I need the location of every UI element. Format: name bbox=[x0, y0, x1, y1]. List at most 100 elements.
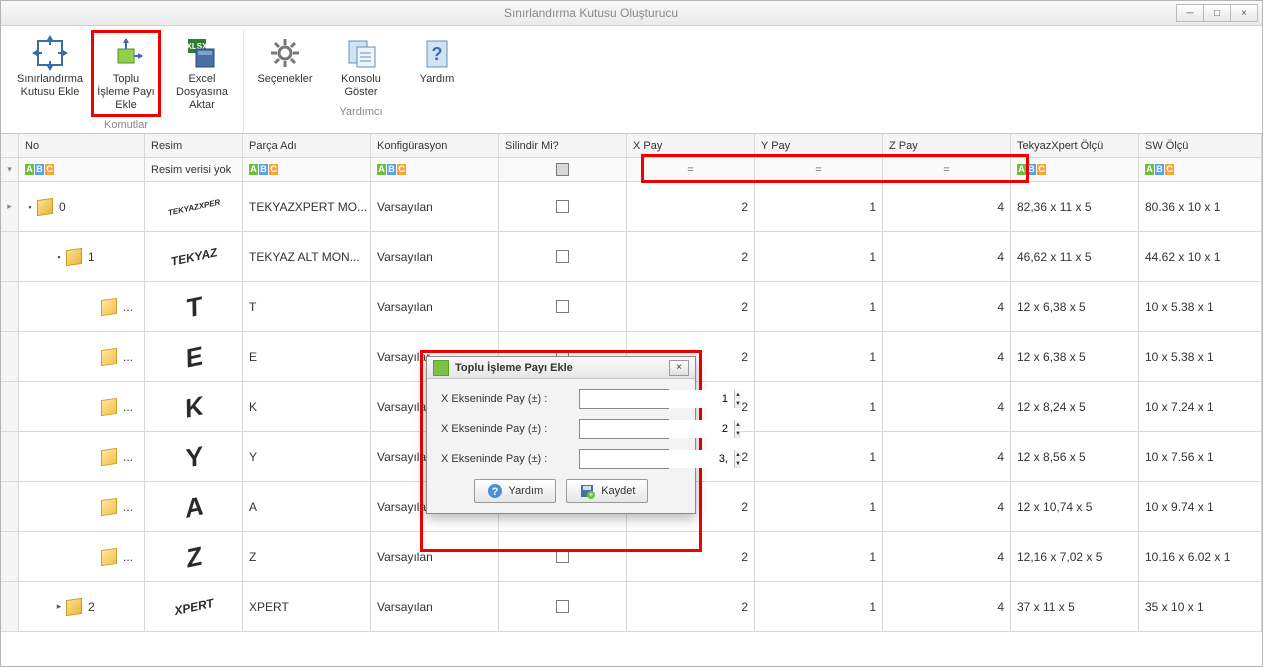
cell-ypay: 1 bbox=[755, 382, 883, 431]
cell-silindir[interactable] bbox=[499, 282, 627, 331]
col-header-tekyaz[interactable]: TekyazXpert Ölçü bbox=[1011, 134, 1139, 157]
col-header-zpay[interactable]: Z Pay bbox=[883, 134, 1011, 157]
dialog-y-spinner[interactable]: ▲▼ bbox=[579, 419, 669, 439]
table-row[interactable]: ...TTVarsayılan21412 x 6,38 x 510 x 5.38… bbox=[1, 282, 1262, 332]
tree-toggle-icon[interactable]: ▪ bbox=[54, 252, 64, 262]
dialog-z-spinner[interactable]: ▲▼ bbox=[579, 449, 669, 469]
cell-ypay: 1 bbox=[755, 182, 883, 231]
filter-silindir[interactable] bbox=[499, 158, 627, 181]
table-row[interactable]: ...ZZVarsayılan21412,16 x 7,02 x 510.16 … bbox=[1, 532, 1262, 582]
bulk-add-label: Toplu İşleme Payı Ekle bbox=[96, 73, 156, 112]
dialog-x-spinner[interactable]: ▲▼ bbox=[579, 389, 669, 409]
filter-zpay[interactable]: = bbox=[883, 158, 1011, 181]
dialog-z-input[interactable] bbox=[580, 450, 734, 468]
filter-konf[interactable]: ABC bbox=[371, 158, 499, 181]
bulk-add-icon bbox=[108, 35, 144, 71]
col-header-konf[interactable]: Konfigürasyon bbox=[371, 134, 499, 157]
bbox-add-label: Sınırlandırma Kutusu Ekle bbox=[17, 73, 83, 99]
console-button[interactable]: Konsolu Göster bbox=[326, 30, 396, 104]
col-header-ypay[interactable]: Y Pay bbox=[755, 134, 883, 157]
cell-parca: E bbox=[243, 332, 371, 381]
dialog-help-button[interactable]: ? Yardım bbox=[474, 479, 557, 503]
cell-no-text: 1 bbox=[88, 250, 95, 264]
spin-down-icon[interactable]: ▼ bbox=[735, 459, 741, 468]
col-header-xpay[interactable]: X Pay bbox=[627, 134, 755, 157]
grid-handle-header bbox=[1, 134, 19, 157]
cell-parca: Z bbox=[243, 532, 371, 581]
col-header-silindir[interactable]: Silindir Mi? bbox=[499, 134, 627, 157]
checkbox-icon[interactable] bbox=[556, 250, 569, 263]
spin-up-icon[interactable]: ▲ bbox=[735, 420, 741, 429]
grid-header-row: No Resim Parça Adı Konfigürasyon Silindi… bbox=[1, 134, 1262, 158]
filter-no[interactable]: ABC bbox=[19, 158, 145, 181]
filter-xpay[interactable]: = bbox=[627, 158, 755, 181]
cell-zpay: 4 bbox=[883, 232, 1011, 281]
spin-up-icon[interactable]: ▲ bbox=[735, 390, 741, 399]
cell-thumb: TEKYAZXPER bbox=[145, 182, 243, 231]
cell-xpay: 2 bbox=[627, 182, 755, 231]
tree-toggle-icon[interactable]: ▸ bbox=[54, 602, 64, 612]
tree-toggle-icon[interactable]: ▪ bbox=[25, 202, 35, 212]
filter-resim[interactable]: Resim verisi yok bbox=[145, 158, 243, 181]
col-header-resim[interactable]: Resim bbox=[145, 134, 243, 157]
checkbox-icon[interactable] bbox=[556, 300, 569, 313]
cell-no: ... bbox=[19, 332, 145, 381]
help-icon: ? bbox=[419, 35, 455, 71]
minimize-button[interactable]: ─ bbox=[1176, 4, 1204, 22]
console-icon bbox=[343, 35, 379, 71]
options-button[interactable]: Seçenekler bbox=[250, 30, 320, 104]
cell-no-text: ... bbox=[123, 350, 133, 364]
excel-export-button[interactable]: XLSX Excel Dosyasına Aktar bbox=[167, 30, 237, 117]
cell-silindir[interactable] bbox=[499, 582, 627, 631]
dialog-titlebar[interactable]: Toplu İşleme Payı Ekle × bbox=[427, 357, 695, 379]
cell-ypay: 1 bbox=[755, 532, 883, 581]
spin-up-icon[interactable]: ▲ bbox=[735, 450, 741, 459]
filter-row-handle[interactable]: ▾ bbox=[1, 158, 19, 181]
save-icon: + bbox=[579, 483, 595, 499]
row-indicator bbox=[1, 582, 19, 631]
bulk-add-button[interactable]: Toplu İşleme Payı Ekle bbox=[91, 30, 161, 117]
cell-silindir[interactable] bbox=[499, 232, 627, 281]
table-row[interactable]: ▸▪0TEKYAZXPERTEKYAZXPERT MO...Varsayılan… bbox=[1, 182, 1262, 232]
checkbox-icon[interactable] bbox=[556, 550, 569, 563]
cell-zpay: 4 bbox=[883, 582, 1011, 631]
dialog-save-button[interactable]: + Kaydet bbox=[566, 479, 648, 503]
cell-no-text: ... bbox=[123, 500, 133, 514]
spin-down-icon[interactable]: ▼ bbox=[735, 399, 741, 408]
maximize-button[interactable]: □ bbox=[1203, 4, 1231, 22]
filter-parca[interactable]: ABC bbox=[243, 158, 371, 181]
cell-no-text: ... bbox=[123, 450, 133, 464]
table-row[interactable]: ▸2XPERTXPERTVarsayılan21437 x 11 x 535 x… bbox=[1, 582, 1262, 632]
excel-label: Excel Dosyasına Aktar bbox=[170, 73, 234, 112]
col-header-no[interactable]: No bbox=[19, 134, 145, 157]
col-header-sw[interactable]: SW Ölçü bbox=[1139, 134, 1262, 157]
titlebar: Sınırlandırma Kutusu Oluşturucu ─ □ × bbox=[1, 1, 1262, 26]
filter-ypay[interactable]: = bbox=[755, 158, 883, 181]
bbox-add-button[interactable]: Sınırlandırma Kutusu Ekle bbox=[15, 30, 85, 117]
dialog-x-input[interactable] bbox=[580, 390, 734, 408]
col-header-parca[interactable]: Parça Adı bbox=[243, 134, 371, 157]
checkbox-icon[interactable] bbox=[556, 600, 569, 613]
help-button[interactable]: ? Yardım bbox=[402, 30, 472, 104]
cell-zpay: 4 bbox=[883, 532, 1011, 581]
cell-sw: 10 x 5.38 x 1 bbox=[1139, 332, 1262, 381]
cell-thumb: T bbox=[145, 282, 243, 331]
assembly-icon bbox=[66, 247, 82, 265]
close-button[interactable]: × bbox=[1230, 4, 1258, 22]
cell-konf: Varsayılan bbox=[371, 232, 499, 281]
cell-no: ... bbox=[19, 482, 145, 531]
dialog-close-button[interactable]: × bbox=[669, 360, 689, 376]
cell-silindir[interactable] bbox=[499, 532, 627, 581]
filter-tekyaz[interactable]: ABC bbox=[1011, 158, 1139, 181]
bbox-add-icon bbox=[32, 35, 68, 71]
cell-thumb: TEKYAZ bbox=[145, 232, 243, 281]
table-row[interactable]: ▪1TEKYAZTEKYAZ ALT MON...Varsayılan21446… bbox=[1, 232, 1262, 282]
checkbox-icon[interactable] bbox=[556, 200, 569, 213]
cell-silindir[interactable] bbox=[499, 182, 627, 231]
spin-down-icon[interactable]: ▼ bbox=[735, 429, 741, 438]
filter-sw[interactable]: ABC bbox=[1139, 158, 1262, 181]
cell-konf: Varsayılan bbox=[371, 282, 499, 331]
cell-sw: 35 x 10 x 1 bbox=[1139, 582, 1262, 631]
dialog-y-input[interactable] bbox=[580, 420, 734, 438]
ribbon: Sınırlandırma Kutusu Ekle Toplu İşleme P… bbox=[1, 26, 1262, 134]
